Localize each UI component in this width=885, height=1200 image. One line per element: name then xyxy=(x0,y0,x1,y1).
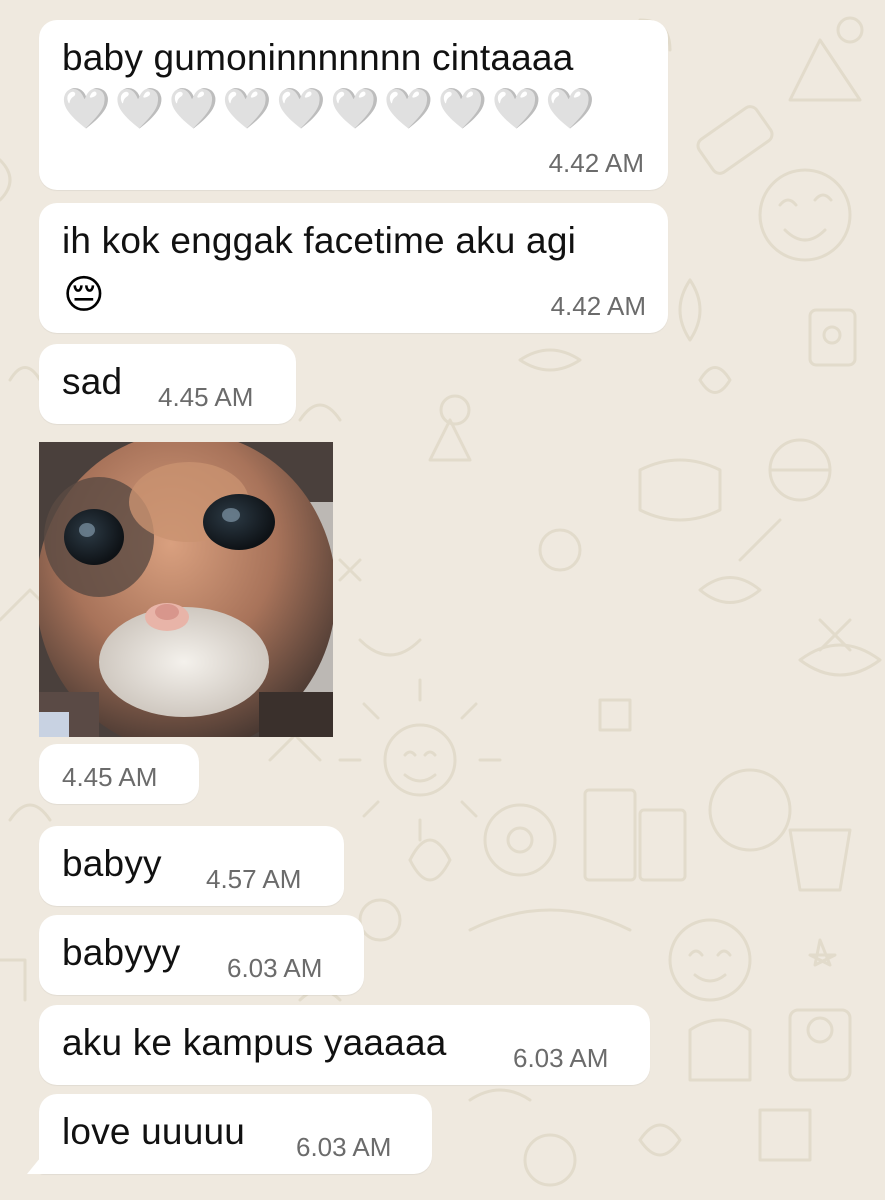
message-bubble[interactable]: babyy 4.57 AM xyxy=(39,826,344,906)
message-bubble[interactable]: love uuuuu 6.03 AM xyxy=(39,1094,432,1174)
message-text: aku ke kampus yaaaaa xyxy=(62,1022,447,1063)
message-text: love uuuuu xyxy=(62,1111,246,1152)
message-timestamp: 4.45 AM xyxy=(158,382,254,412)
message-timestamp: 6.03 AM xyxy=(513,1043,609,1073)
message-timestamp: 4.42 AM xyxy=(548,148,644,178)
message-timestamp: 6.03 AM xyxy=(227,953,323,983)
pensive-face-icon: 😔 xyxy=(63,272,109,318)
message-bubble[interactable]: aku ke kampus yaaaaa 6.03 AM xyxy=(39,1005,650,1085)
message-text: babyy xyxy=(62,843,162,884)
message-text: baby gumoninnnnnnn cintaaaa xyxy=(62,37,574,78)
message-text: ih kok enggak facetime aku agi xyxy=(62,220,577,261)
white-heart-icon: 🤍🤍🤍🤍🤍🤍🤍🤍🤍🤍 xyxy=(61,86,600,132)
message-timestamp: 4.45 AM xyxy=(62,762,158,792)
message-timestamp: 4.57 AM xyxy=(206,864,302,894)
image-timestamp-bubble: 4.45 AM xyxy=(39,744,199,804)
kitten-image xyxy=(39,442,333,737)
message-text: babyyy xyxy=(62,932,181,973)
message-text: sad xyxy=(62,361,123,402)
message-bubble[interactable]: ih kok enggak facetime aku agi 😔 4.42 AM xyxy=(39,203,668,333)
message-bubble[interactable]: baby gumoninnnnnnn cintaaaa 🤍🤍🤍🤍🤍🤍🤍🤍🤍🤍 4… xyxy=(39,20,668,190)
message-bubble[interactable]: sad 4.45 AM xyxy=(39,344,296,424)
message-timestamp: 6.03 AM xyxy=(296,1132,392,1162)
kitten-photo[interactable] xyxy=(39,442,333,737)
message-bubble[interactable]: babyyy 6.03 AM xyxy=(39,915,364,995)
bubble-tail xyxy=(27,1152,45,1174)
message-timestamp: 4.42 AM xyxy=(550,291,646,321)
